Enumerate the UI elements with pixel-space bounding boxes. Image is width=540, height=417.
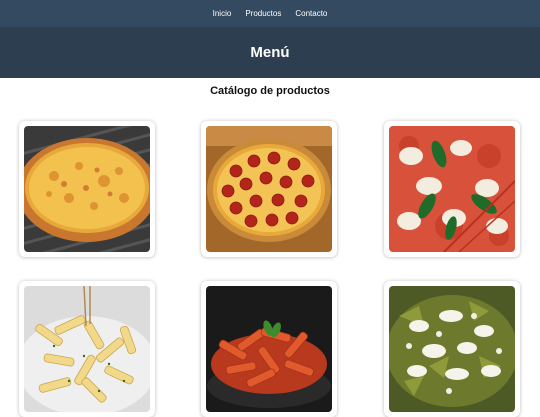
product-card-5[interactable]: [201, 281, 337, 417]
nav-link-inicio[interactable]: Inicio: [213, 9, 232, 18]
nav-link-productos[interactable]: Productos: [245, 9, 281, 18]
product-card-2[interactable]: [201, 121, 337, 257]
product-card-6[interactable]: [384, 281, 520, 417]
product-card-3[interactable]: [384, 121, 520, 257]
margherita-pizza-image: [389, 126, 515, 252]
pepperoni-pizza-image: [206, 126, 332, 252]
top-navigation: Inicio Productos Contacto: [0, 0, 540, 27]
penne-alfredo-image: [24, 286, 150, 412]
page-header: Menú: [0, 27, 540, 78]
page-title: Menú: [250, 44, 290, 61]
penne-tomato-basil-image: [206, 286, 332, 412]
product-card-1[interactable]: [19, 121, 155, 257]
product-card-4[interactable]: [19, 281, 155, 417]
catalog-title: Catálogo de productos: [210, 85, 330, 97]
chilaquiles-verdes-image: [389, 286, 515, 412]
nav-link-contacto[interactable]: Contacto: [295, 9, 327, 18]
cheese-pizza-image: [24, 126, 150, 252]
